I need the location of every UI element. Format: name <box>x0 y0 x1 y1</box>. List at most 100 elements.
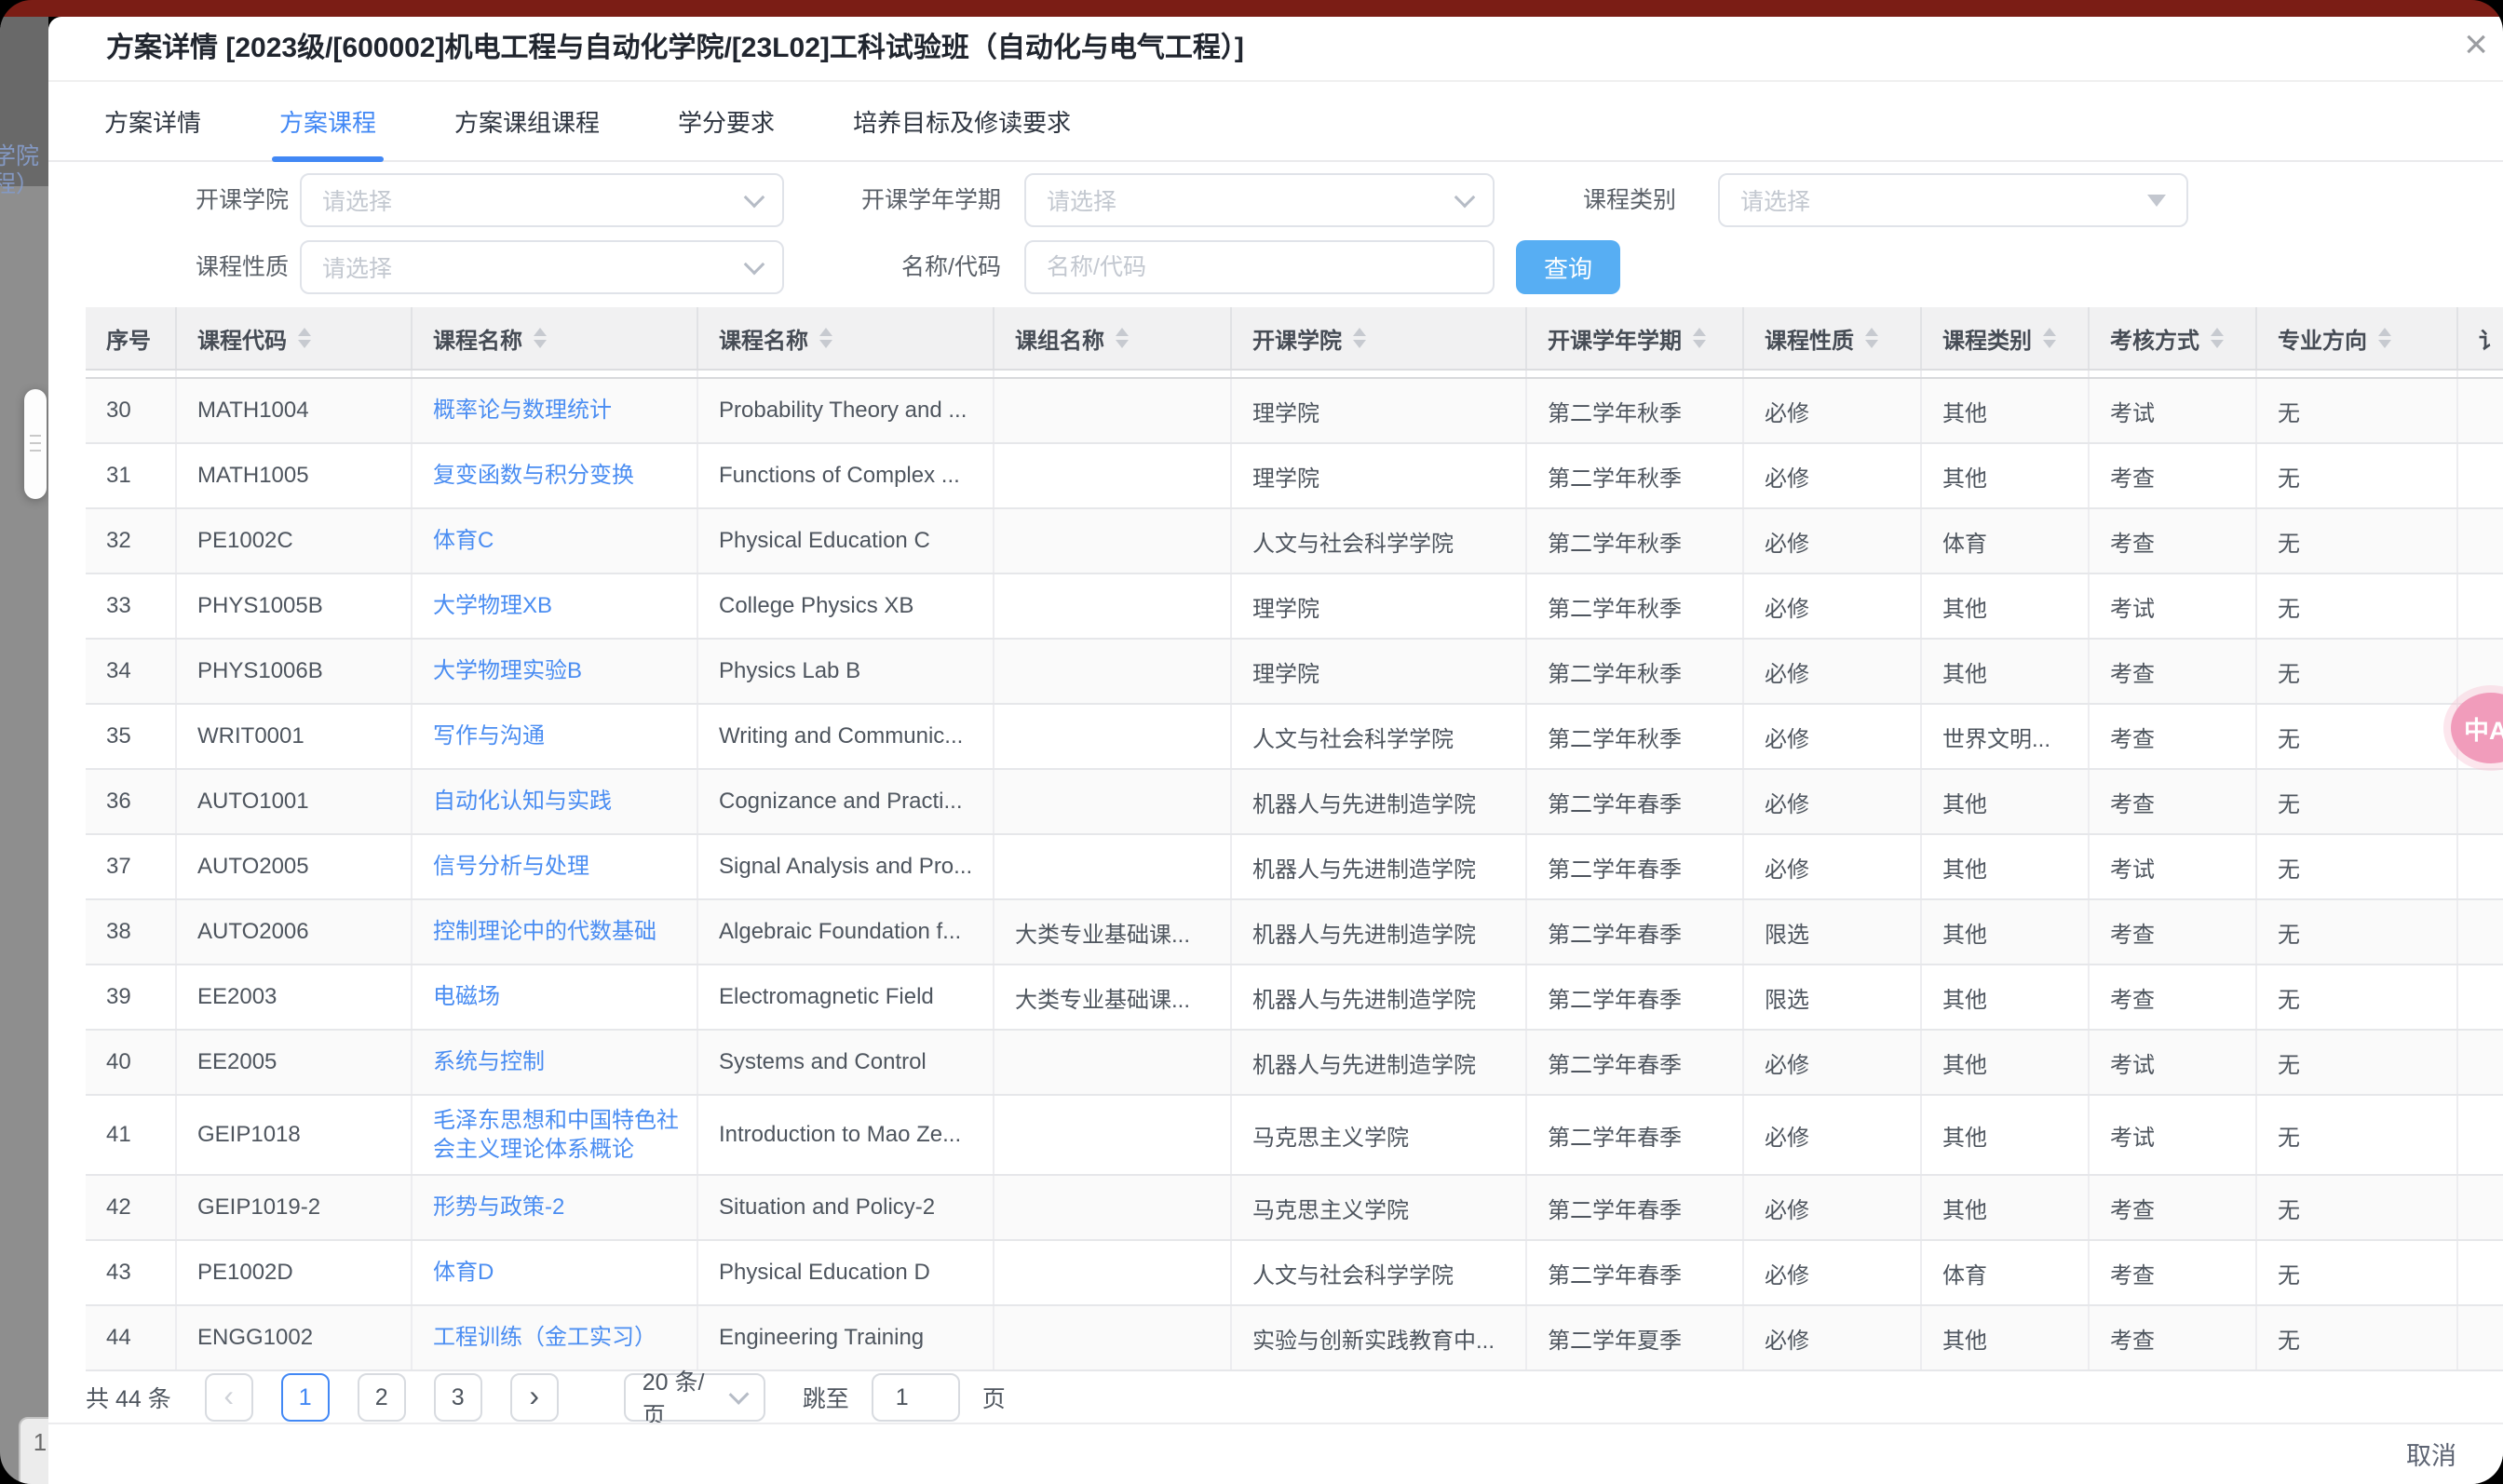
table-row-39: 39EE2003电磁场Electromagnetic Field大类专业基础课.… <box>86 965 2503 1031</box>
page-size-select[interactable]: 20 条/页 <box>624 1373 765 1422</box>
column-header-7[interactable]: 课程性质 <box>1744 307 1922 369</box>
table-row-44: 44ENGG1002工程训练（金工实习）Engineering Training… <box>86 1306 2503 1371</box>
sort-icon[interactable] <box>534 328 547 348</box>
cell-code: WRIT0001 <box>177 705 413 768</box>
cell-assess: 考查 <box>2090 1241 2257 1304</box>
sort-icon[interactable] <box>1353 328 1366 348</box>
modal-title: 方案详情 [2023级/[600002]机电工程与自动化学院/[23L02]工科… <box>106 17 1244 80</box>
column-header-2[interactable]: 课程名称 <box>413 307 698 369</box>
name-code-input[interactable] <box>1024 240 1495 294</box>
table-header: 序号课程代码课程名称课程名称课组名称开课学院开课学年学期课程性质课程类别考核方式… <box>86 307 2503 371</box>
tab-3[interactable]: 学分要求 <box>678 82 775 160</box>
sort-icon[interactable] <box>2378 328 2391 348</box>
partial-row <box>86 371 2503 379</box>
cell-code: AUTO2006 <box>177 900 413 964</box>
cell-college: 机器人与先进制造学院 <box>1232 835 1527 898</box>
course-name-link[interactable]: 控制理论中的代数基础 <box>413 900 698 964</box>
course-name-link[interactable]: 毛泽东思想和中国特色社会主义理论体系概论 <box>413 1096 698 1174</box>
sort-icon[interactable] <box>2043 328 2056 348</box>
cell-direction: 无 <box>2257 835 2458 898</box>
next-page-button[interactable]: › <box>510 1373 559 1422</box>
course-name-link[interactable]: 体育D <box>413 1241 698 1304</box>
jump-unit: 页 <box>982 1381 1006 1414</box>
course-name-link[interactable]: 大学物理实验B <box>413 640 698 703</box>
cell-group <box>994 574 1232 638</box>
course-college-select[interactable]: 请选择 <box>300 173 784 227</box>
column-header-5[interactable]: 开课学院 <box>1232 307 1527 369</box>
cell-nature: 必修 <box>1744 379 1922 442</box>
sort-icon[interactable] <box>298 328 311 348</box>
cell-no: 30 <box>86 379 177 442</box>
course-name-link[interactable]: 自动化认知与实践 <box>413 770 698 833</box>
column-header-9[interactable]: 考核方式 <box>2090 307 2257 369</box>
cell-direction: 无 <box>2257 509 2458 573</box>
drawer-handle[interactable] <box>24 389 47 499</box>
sort-icon[interactable] <box>819 328 832 348</box>
cell-no: 40 <box>86 1031 177 1094</box>
select-placeholder: 请选择 <box>322 183 392 217</box>
cell-group <box>994 1176 1232 1239</box>
jump-page-input[interactable] <box>872 1373 960 1422</box>
course-nature-select[interactable]: 请选择 <box>300 240 784 294</box>
close-icon[interactable]: × <box>2464 22 2488 67</box>
course-term-select[interactable]: 请选择 <box>1024 173 1495 227</box>
cell-nature: 必修 <box>1744 1176 1922 1239</box>
column-header-6[interactable]: 开课学年学期 <box>1527 307 1744 369</box>
column-header-11: 讠 <box>2458 307 2503 369</box>
course-category-select[interactable]: 请选择 <box>1718 173 2188 227</box>
table-row-38: 38AUTO2006控制理论中的代数基础Algebraic Foundation… <box>86 900 2503 965</box>
column-header-0: 序号 <box>86 307 177 369</box>
cell <box>177 371 413 377</box>
page-button-3[interactable]: 3 <box>434 1373 482 1422</box>
column-header-8[interactable]: 课程类别 <box>1922 307 2090 369</box>
cell-no: 37 <box>86 835 177 898</box>
column-header-3[interactable]: 课程名称 <box>698 307 994 369</box>
tab-1-active[interactable]: 方案课程 <box>279 82 376 160</box>
course-name-link[interactable]: 形势与政策-2 <box>413 1176 698 1239</box>
cancel-button[interactable]: 取消 <box>2406 1436 2456 1472</box>
column-header-4[interactable]: 课组名称 <box>994 307 1232 369</box>
course-name-link[interactable]: 工程训练（金工实习） <box>413 1306 698 1369</box>
cell-direction: 无 <box>2257 444 2458 507</box>
page-button-2[interactable]: 2 <box>358 1373 406 1422</box>
page-size-value: 20 条/页 <box>643 1364 724 1431</box>
cell-category: 其他 <box>1922 1306 2090 1369</box>
table-row-41: 41GEIP1018毛泽东思想和中国特色社会主义理论体系概论Introducti… <box>86 1096 2503 1176</box>
cell <box>698 371 994 377</box>
course-name-link[interactable]: 大学物理XB <box>413 574 698 638</box>
course-name-link[interactable]: 概率论与数理统计 <box>413 379 698 442</box>
filter-label-course-category: 课程类别 <box>1490 173 1676 227</box>
cell-no: 39 <box>86 965 177 1029</box>
filter-label-course-college: 开课学院 <box>102 173 289 227</box>
course-name-link[interactable]: 系统与控制 <box>413 1031 698 1094</box>
cell-name_en: Engineering Training <box>698 1306 994 1369</box>
page-button-1[interactable]: 1 <box>281 1373 330 1422</box>
filter-label-course-nature: 课程性质 <box>102 240 289 294</box>
course-name-link[interactable]: 写作与沟通 <box>413 705 698 768</box>
tab-0[interactable]: 方案详情 <box>104 82 201 160</box>
course-name-link[interactable]: 体育C <box>413 509 698 573</box>
cell-no: 32 <box>86 509 177 573</box>
cell-direction: 无 <box>2257 1096 2458 1174</box>
cell-assess: 考试 <box>2090 835 2257 898</box>
tab-2[interactable]: 方案课组课程 <box>454 82 600 160</box>
sort-icon[interactable] <box>1865 328 1878 348</box>
cell-code: PHYS1006B <box>177 640 413 703</box>
filter-row-2: 课程性质 请选择 名称/代码 查询 <box>48 240 2503 294</box>
column-header-10[interactable]: 专业方向 <box>2257 307 2458 369</box>
cell-assess: 考查 <box>2090 640 2257 703</box>
course-name-link[interactable]: 信号分析与处理 <box>413 835 698 898</box>
course-name-link[interactable]: 电磁场 <box>413 965 698 1029</box>
course-name-link[interactable]: 复变函数与积分变换 <box>413 444 698 507</box>
column-header-1[interactable]: 课程代码 <box>177 307 413 369</box>
query-button[interactable]: 查询 <box>1516 240 1620 294</box>
filter-label-name-code: 名称/代码 <box>778 240 1001 294</box>
select-placeholder: 请选择 <box>1740 183 1810 217</box>
sort-icon[interactable] <box>1116 328 1129 348</box>
tab-4[interactable]: 培养目标及修读要求 <box>853 82 1071 160</box>
cell-no: 36 <box>86 770 177 833</box>
sort-icon[interactable] <box>1693 328 1706 348</box>
table-row-30: 30MATH1004概率论与数理统计Probability Theory and… <box>86 379 2503 444</box>
prev-page-button[interactable]: ‹ <box>205 1373 253 1422</box>
sort-icon[interactable] <box>2211 328 2224 348</box>
